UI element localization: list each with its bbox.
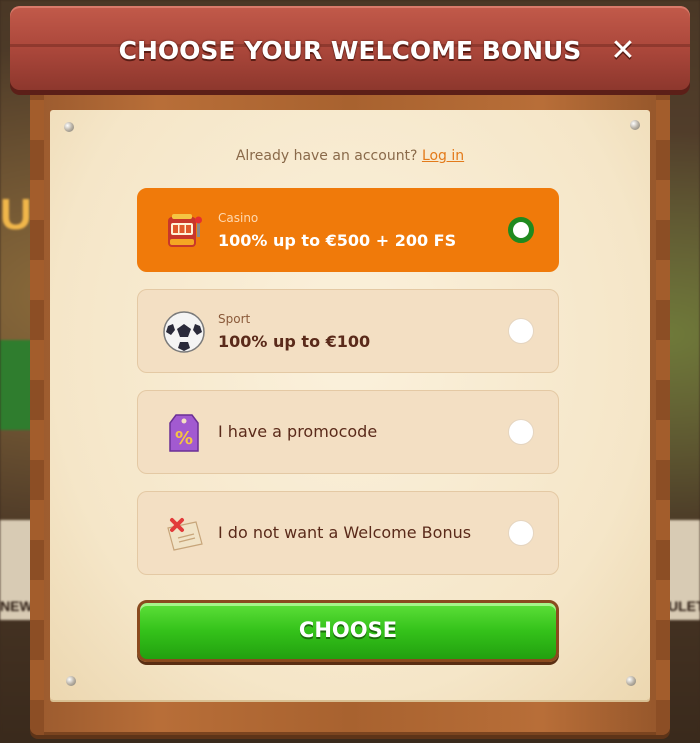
option-title: I have a promocode bbox=[218, 422, 378, 441]
nail-icon bbox=[626, 676, 636, 686]
choose-button[interactable]: CHOOSE bbox=[137, 600, 559, 662]
slot-machine-icon bbox=[168, 214, 202, 247]
no-bonus-scroll-icon bbox=[167, 518, 203, 551]
close-icon: ✕ bbox=[610, 33, 636, 68]
bonus-option-sport[interactable]: Sport 100% up to €100 bbox=[137, 289, 559, 373]
radio-selected[interactable] bbox=[508, 217, 534, 243]
modal-title: CHOOSE YOUR WELCOME BONUS bbox=[118, 36, 582, 65]
option-title: 100% up to €100 bbox=[218, 332, 371, 351]
nail-icon bbox=[64, 122, 74, 132]
background-label-right: ULET bbox=[668, 598, 700, 614]
close-button[interactable]: ✕ bbox=[608, 36, 638, 66]
bonus-option-casino[interactable]: Casino 100% up to €500 + 200 FS bbox=[137, 188, 559, 272]
login-link[interactable]: Log in bbox=[422, 148, 464, 164]
radio-unselected[interactable] bbox=[508, 318, 534, 344]
nail-icon bbox=[66, 676, 76, 686]
option-category: Sport bbox=[218, 312, 251, 326]
bonus-panel: Already have an account? Log in Casino 1… bbox=[50, 110, 650, 700]
radio-unselected[interactable] bbox=[508, 520, 534, 546]
soccer-ball-icon bbox=[163, 311, 205, 353]
bonus-option-no-bonus[interactable]: I do not want a Welcome Bonus bbox=[137, 491, 559, 575]
option-title: 100% up to €500 + 200 FS bbox=[218, 231, 457, 250]
login-prompt: Already have an account? Log in bbox=[50, 148, 650, 164]
bonus-option-promocode[interactable]: % I have a promocode bbox=[137, 390, 559, 474]
percent-tag-icon: % bbox=[169, 414, 199, 452]
nail-icon bbox=[630, 120, 640, 130]
option-title: I do not want a Welcome Bonus bbox=[218, 523, 472, 542]
login-prompt-text: Already have an account? bbox=[235, 148, 418, 164]
radio-unselected[interactable] bbox=[508, 419, 534, 445]
svg-text:%: % bbox=[175, 428, 193, 449]
background-label-left: NEW bbox=[0, 598, 33, 614]
header-plank: CHOOSE YOUR WELCOME BONUS ✕ bbox=[10, 6, 690, 90]
option-category: Casino bbox=[218, 211, 259, 225]
